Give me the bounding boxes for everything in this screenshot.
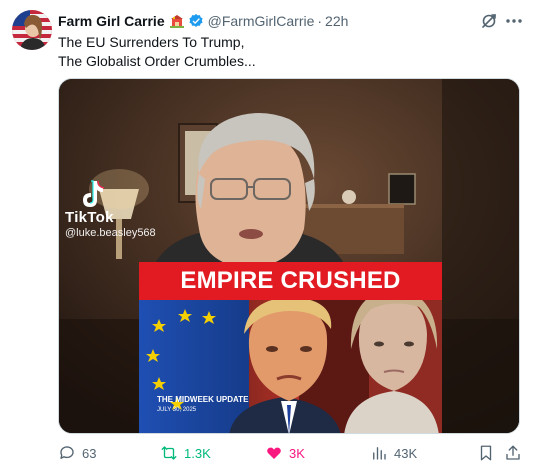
like-icon	[267, 447, 281, 459]
views-count: 43K	[394, 445, 418, 461]
like-button[interactable]: 3K	[265, 444, 305, 462]
bookmark-icon	[480, 445, 492, 461]
grok-icon[interactable]	[479, 11, 499, 31]
author-handle[interactable]: @FarmGirlCarrie	[208, 13, 315, 29]
repost-button[interactable]: 1.3K	[160, 444, 211, 462]
header-separator: ·	[317, 13, 323, 29]
views-button[interactable]: 43K	[370, 444, 417, 462]
reply-button[interactable]: 63	[58, 444, 96, 462]
repost-icon	[161, 446, 177, 460]
farm-emoji-icon	[169, 13, 185, 29]
thumbnail-date: JULY 30, 2025	[157, 407, 197, 413]
more-icon[interactable]	[504, 11, 524, 31]
timestamp[interactable]: 22h	[325, 13, 348, 29]
tiktok-logo-icon	[83, 180, 105, 207]
thumbnail-title: THE MIDWEEK UPDATE	[157, 395, 249, 404]
like-count: 3K	[289, 445, 305, 461]
thumbnail-caption: THE MIDWEEK UPDATE JULY 30, 2025	[157, 395, 248, 415]
tweet-text-line: The EU Surrenders To Trump,	[58, 34, 245, 50]
avatar[interactable]	[12, 10, 52, 50]
video-frame	[59, 79, 519, 433]
bookmark-button[interactable]	[477, 444, 501, 462]
video-media[interactable]: TikTok @luke.beasley568 EMPIRE CRUSHED T…	[58, 78, 520, 434]
reply-count: 63	[82, 445, 97, 461]
headline-banner: EMPIRE CRUSHED	[139, 262, 442, 300]
share-icon	[506, 445, 520, 460]
tweet-text-line: The Globalist Order Crumbles...	[58, 53, 256, 69]
tiktok-watermark: TikTok @luke.beasley568	[65, 179, 156, 239]
tiktok-label: TikTok	[65, 209, 114, 226]
tweet-text: The EU Surrenders To Trump, The Globalis…	[58, 33, 518, 71]
share-button[interactable]	[504, 444, 528, 462]
views-icon	[373, 447, 386, 460]
reply-icon	[60, 446, 74, 459]
verified-icon	[188, 13, 204, 29]
tiktok-username: @luke.beasley568	[65, 227, 156, 239]
tweet-header: Farm Girl Carrie @FarmGirlCarrie · 22h	[58, 11, 348, 31]
repost-count: 1.3K	[184, 445, 211, 461]
action-bar: 63 1.3K 3K 43K	[0, 444, 535, 464]
author-name[interactable]: Farm Girl Carrie	[58, 13, 165, 29]
tweet[interactable]: Farm Girl Carrie @FarmGirlCarrie · 22h T…	[0, 0, 535, 472]
